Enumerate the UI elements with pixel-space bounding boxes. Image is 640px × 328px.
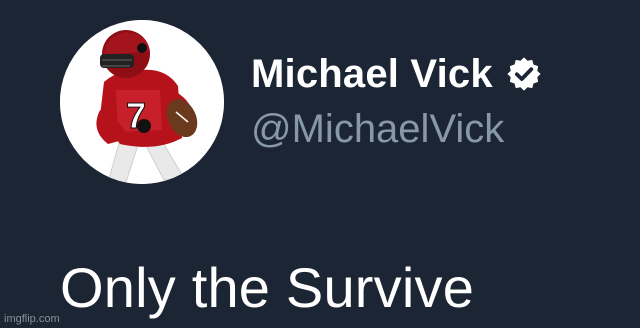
name-row: Michael Vick [251,50,543,98]
tweet-card: 7 Michael Vick @MichaelVick Only the Sur… [0,0,640,328]
verified-badge-icon [505,55,543,93]
tweet-text: Only the Survive [60,256,475,319]
user-handle[interactable]: @MichaelVick [251,107,504,152]
watermark-label: imgflip.com [4,313,60,325]
player-avatar-icon[interactable]: 7 [60,20,224,184]
display-name[interactable]: Michael Vick [251,52,493,97]
